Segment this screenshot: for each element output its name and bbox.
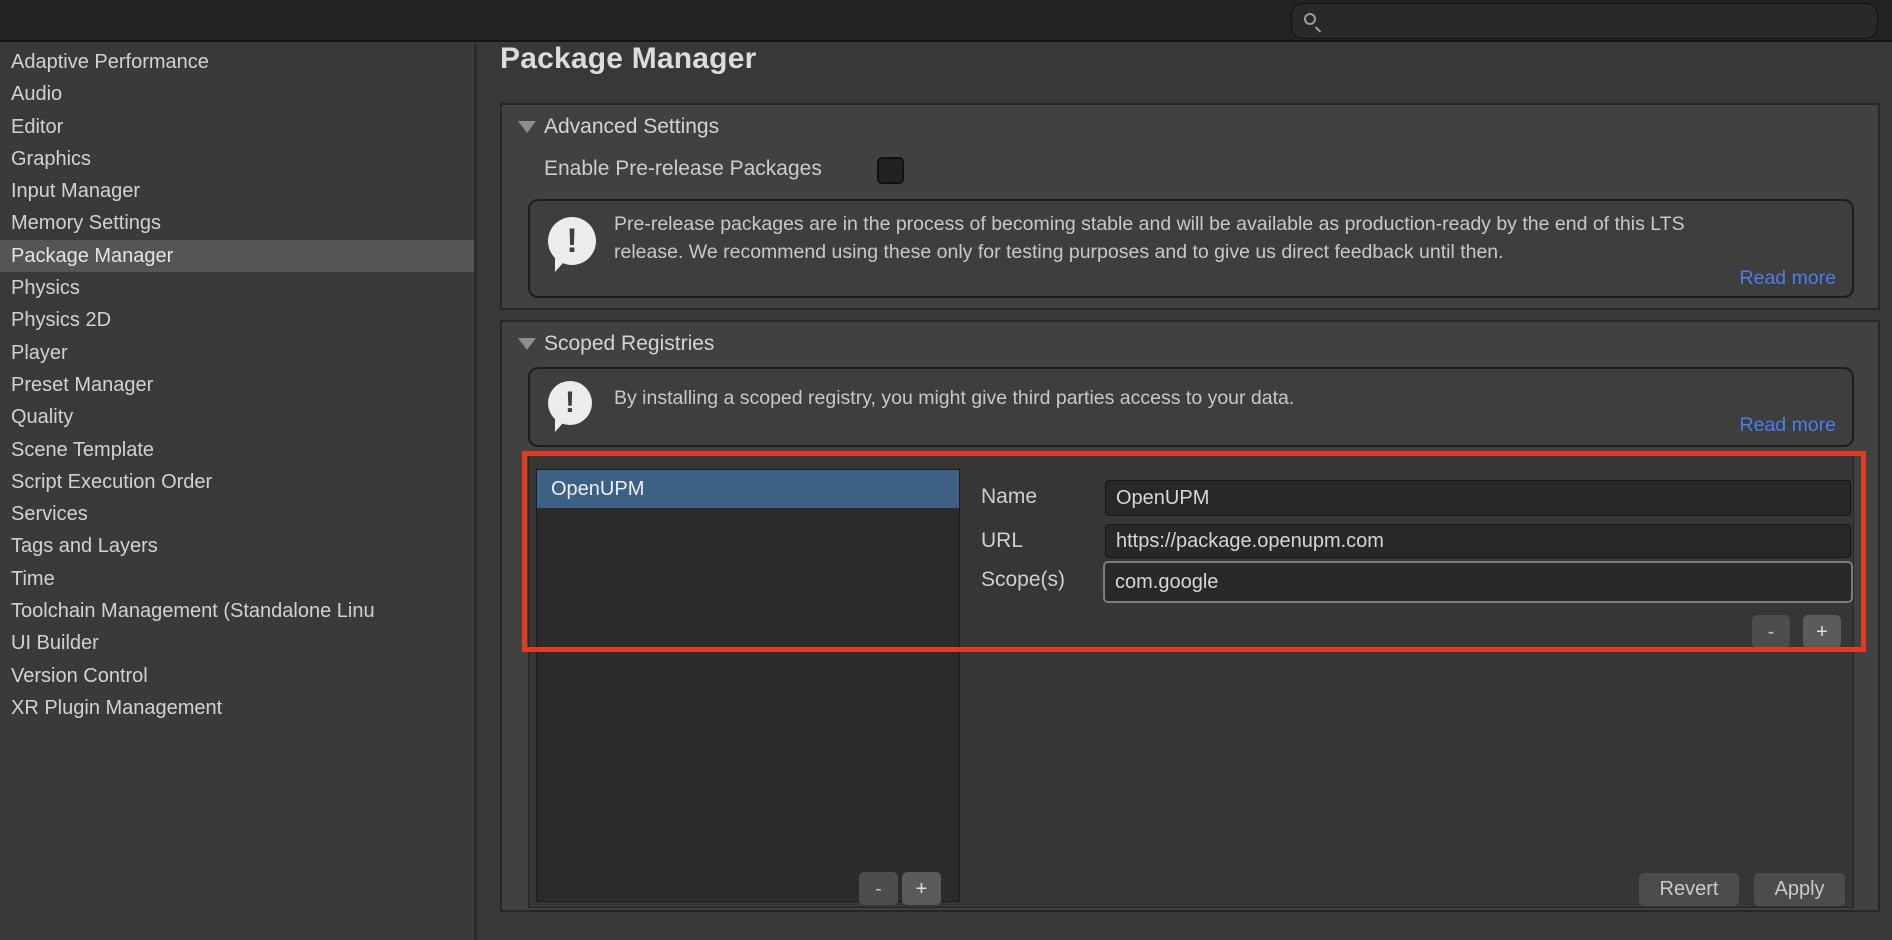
window-top-bar: [0, 0, 1892, 42]
sidebar-item[interactable]: Tags and Layers: [0, 530, 474, 562]
settings-category-list: Adaptive PerformanceAudioEditorGraphicsI…: [0, 46, 474, 724]
scopes-label: Scope(s): [981, 568, 1065, 592]
registry-scope-input[interactable]: [1105, 563, 1851, 601]
settings-main-panel: Package Manager Advanced Settings Enable…: [480, 42, 1892, 940]
sidebar-item[interactable]: Version Control: [0, 660, 474, 692]
scoped-info-box: ! By installing a scoped registry, you m…: [528, 367, 1854, 447]
revert-button[interactable]: Revert: [1639, 873, 1739, 906]
foldout-arrow-icon[interactable]: [518, 121, 536, 133]
scope-input-focused: [1103, 561, 1853, 603]
sidebar-item[interactable]: Physics: [0, 272, 474, 304]
sidebar-item[interactable]: Input Manager: [0, 175, 474, 207]
foldout-arrow-icon[interactable]: [518, 338, 536, 350]
name-label: Name: [981, 485, 1037, 509]
sidebar-item[interactable]: Adaptive Performance: [0, 46, 474, 78]
registry-list-item[interactable]: OpenUPM: [537, 470, 959, 508]
remove-registry-button[interactable]: -: [859, 872, 898, 905]
registry-list: OpenUPM: [536, 469, 960, 902]
sidebar-item[interactable]: Editor: [0, 111, 474, 143]
remove-scope-button[interactable]: -: [1752, 615, 1790, 648]
enable-prerelease-checkbox[interactable]: [877, 157, 904, 184]
apply-button[interactable]: Apply: [1754, 873, 1845, 906]
sidebar-item[interactable]: XR Plugin Management: [0, 692, 474, 724]
sidebar-item[interactable]: Package Manager: [0, 240, 474, 272]
prerelease-info-text: Pre-release packages are in the process …: [614, 211, 1812, 266]
sidebar-item[interactable]: Script Execution Order: [0, 466, 474, 498]
registry-editor: OpenUPM - + Name URL Scope(s) - + Revert…: [528, 455, 1854, 908]
sidebar-item[interactable]: Physics 2D: [0, 304, 474, 336]
registry-url-input[interactable]: [1105, 524, 1851, 558]
unity-project-settings-window: Adaptive PerformanceAudioEditorGraphicsI…: [0, 0, 1892, 940]
warning-bubble-icon: !: [548, 381, 592, 425]
read-more-link[interactable]: Read more: [1740, 414, 1836, 437]
warning-bubble-icon: !: [548, 217, 596, 265]
search-input[interactable]: [1326, 6, 1866, 36]
sidebar-item[interactable]: Audio: [0, 78, 474, 110]
sidebar-item[interactable]: Services: [0, 498, 474, 530]
sidebar-item[interactable]: UI Builder: [0, 627, 474, 659]
registry-name-input[interactable]: [1105, 480, 1851, 516]
settings-search-box[interactable]: [1291, 3, 1878, 39]
scoped-registries-section: Scoped Registries ! By installing a scop…: [500, 320, 1880, 912]
sidebar-item[interactable]: Toolchain Management (Standalone Linu: [0, 595, 474, 627]
advanced-settings-header[interactable]: Advanced Settings: [544, 113, 719, 141]
scoped-registries-header[interactable]: Scoped Registries: [544, 330, 714, 358]
enable-prerelease-label: Enable Pre-release Packages: [544, 157, 822, 181]
settings-sidebar: Adaptive PerformanceAudioEditorGraphicsI…: [0, 44, 477, 940]
advanced-settings-section: Advanced Settings Enable Pre-release Pac…: [500, 103, 1880, 310]
scoped-info-text: By installing a scoped registry, you mig…: [614, 385, 1812, 413]
read-more-link[interactable]: Read more: [1740, 267, 1836, 290]
sidebar-item[interactable]: Player: [0, 337, 474, 369]
add-registry-button[interactable]: +: [902, 872, 941, 905]
sidebar-item[interactable]: Graphics: [0, 143, 474, 175]
search-icon: [1304, 13, 1316, 25]
url-label: URL: [981, 529, 1023, 553]
sidebar-item[interactable]: Quality: [0, 401, 474, 433]
add-scope-button[interactable]: +: [1803, 615, 1841, 648]
sidebar-item[interactable]: Memory Settings: [0, 207, 474, 239]
sidebar-item[interactable]: Preset Manager: [0, 369, 474, 401]
prerelease-info-box: ! Pre-release packages are in the proces…: [528, 199, 1854, 298]
page-title: Package Manager: [500, 42, 756, 76]
sidebar-item[interactable]: Time: [0, 563, 474, 595]
sidebar-item[interactable]: Scene Template: [0, 434, 474, 466]
